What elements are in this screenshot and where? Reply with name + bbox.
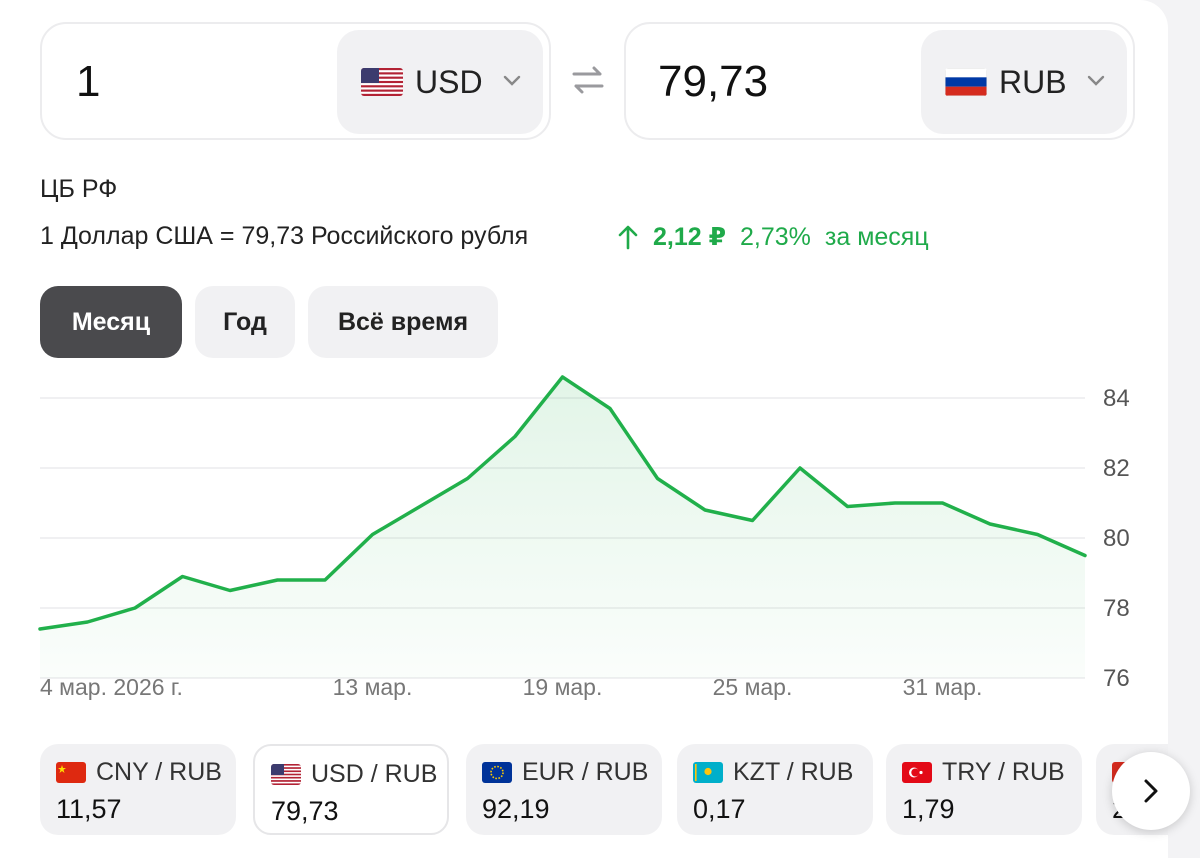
chevron-down-icon bbox=[1087, 75, 1105, 86]
tr-flag-icon bbox=[902, 762, 932, 783]
rate-description: 1 Доллар США = 79,73 Российского рубля bbox=[40, 222, 529, 250]
pair-card-cny-rub[interactable]: CNY / RUB 11,57 bbox=[40, 744, 236, 835]
y-tick-label: 80 bbox=[1103, 525, 1130, 552]
us-flag-icon bbox=[361, 68, 403, 96]
to-currency-code: RUB bbox=[999, 64, 1067, 100]
period-month-button[interactable]: Месяц bbox=[40, 286, 182, 358]
pair-value: 79,73 bbox=[271, 796, 339, 826]
from-currency-select[interactable]: USD bbox=[337, 30, 543, 134]
pair-name: TRY / RUB bbox=[942, 758, 1065, 786]
arrow-up-icon bbox=[618, 225, 638, 250]
x-tick-label: 19 мар. bbox=[523, 674, 603, 700]
from-amount-input[interactable]: 1 bbox=[76, 58, 100, 106]
swap-icon[interactable] bbox=[570, 62, 606, 98]
change-percent: 2,73% bbox=[740, 222, 811, 251]
x-tick-label: 25 мар. bbox=[713, 674, 793, 700]
eu-flag-icon bbox=[482, 762, 512, 783]
pair-card-try-rub[interactable]: TRY / RUB 1,79 bbox=[886, 744, 1082, 835]
pair-name: CNY / RUB bbox=[96, 758, 222, 786]
change-absolute: 2,12 ₽ bbox=[653, 223, 726, 251]
pair-card-usd-rub[interactable]: USD / RUB 79,73 bbox=[253, 744, 449, 835]
pair-value: 1,79 bbox=[902, 794, 955, 824]
y-tick-label: 82 bbox=[1103, 455, 1130, 482]
ru-flag-icon bbox=[945, 68, 987, 96]
pair-name: USD / RUB bbox=[311, 760, 438, 788]
next-pairs-button[interactable] bbox=[1112, 752, 1190, 830]
rate-source: ЦБ РФ bbox=[40, 175, 118, 203]
cn-flag-icon bbox=[56, 762, 86, 783]
pair-value: 11,57 bbox=[56, 794, 122, 824]
x-tick-label: 31 мар. bbox=[903, 674, 983, 700]
x-tick-label: 4 мар. 2026 г. bbox=[40, 674, 183, 700]
pair-name: KZT / RUB bbox=[733, 758, 854, 786]
pair-card-kzt-rub[interactable]: KZT / RUB 0,17 bbox=[677, 744, 873, 835]
pair-name: EUR / RUB bbox=[522, 758, 649, 786]
rate-change: 2,12 ₽ 2,73% за месяц bbox=[617, 222, 929, 252]
to-amount-box[interactable]: 79,73 RUB bbox=[624, 22, 1135, 140]
us-flag-icon bbox=[271, 764, 301, 785]
kz-flag-icon bbox=[693, 762, 723, 783]
chart-area-fill bbox=[40, 377, 1085, 678]
chevron-right-icon bbox=[1144, 779, 1158, 803]
period-all-time-button[interactable]: Всё время bbox=[308, 286, 498, 358]
pair-value: 92,19 bbox=[482, 794, 550, 824]
x-tick-label: 13 мар. bbox=[333, 674, 413, 700]
rate-chart[interactable]: 84 82 80 78 76 4 мар. 2026 г. 13 мар. 19 мар. 2… bbox=[0, 370, 1168, 715]
from-currency-code: USD bbox=[415, 64, 483, 100]
period-year-button[interactable]: Год bbox=[195, 286, 295, 358]
to-amount-input[interactable]: 79,73 bbox=[658, 58, 768, 106]
change-period: за месяц bbox=[824, 222, 929, 251]
chevron-down-icon bbox=[503, 75, 521, 86]
pair-value: 0,17 bbox=[693, 794, 746, 824]
to-currency-select[interactable]: RUB bbox=[921, 30, 1127, 134]
pair-card-eur-rub[interactable]: EUR / RUB 92,19 bbox=[466, 744, 662, 835]
y-tick-label: 76 bbox=[1103, 665, 1130, 692]
from-amount-box[interactable]: 1 USD bbox=[40, 22, 551, 140]
currency-converter-card: 1 USD 79,73 RUB ЦБ РФ 1 Доллар США = 79,… bbox=[0, 0, 1168, 858]
y-tick-label: 84 bbox=[1103, 385, 1130, 412]
y-tick-label: 78 bbox=[1103, 595, 1130, 622]
